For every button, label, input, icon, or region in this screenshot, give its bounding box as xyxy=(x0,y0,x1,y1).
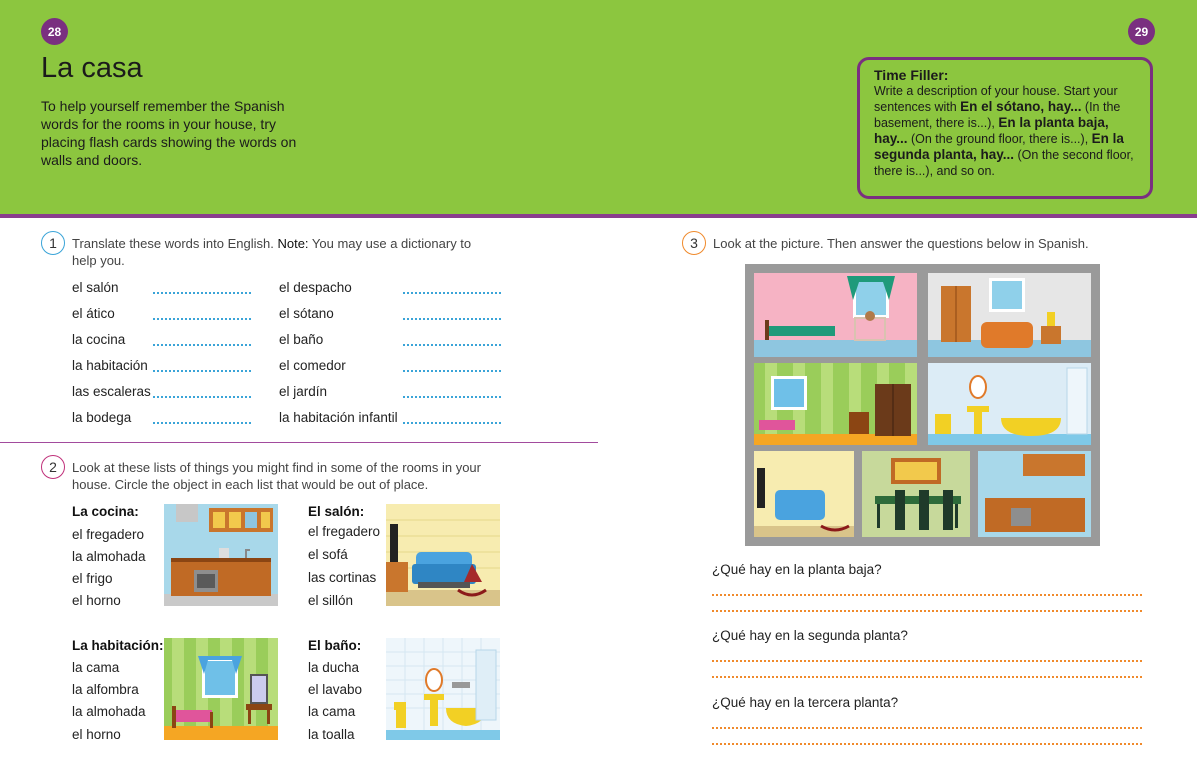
exercise-3-number: 3 xyxy=(682,231,706,255)
list-item[interactable]: el fregadero xyxy=(72,527,144,542)
answer-line[interactable] xyxy=(403,292,501,294)
vocab-word: la habitación infantil xyxy=(279,410,398,425)
vocab-word: el sótano xyxy=(279,306,334,321)
question-2: ¿Qué hay en la segunda planta? xyxy=(712,628,908,643)
list-item[interactable]: la cama xyxy=(72,660,119,675)
answer-line[interactable] xyxy=(712,743,1142,745)
vocab-word: el despacho xyxy=(279,280,352,295)
list-heading-salon: El salón: xyxy=(308,504,365,519)
bathroom-illustration xyxy=(386,638,500,740)
answer-line[interactable] xyxy=(153,292,251,294)
exercise-1-number: 1 xyxy=(41,231,65,255)
exercise-1-instructions: Translate these words into English. Note… xyxy=(72,235,472,269)
question-1: ¿Qué hay en la planta baja? xyxy=(712,562,882,577)
list-item[interactable]: la almohada xyxy=(72,549,146,564)
answer-line[interactable] xyxy=(403,396,501,398)
question-3: ¿Qué hay en la tercera planta? xyxy=(712,695,899,710)
answer-line[interactable] xyxy=(712,727,1142,729)
vocab-word: el comedor xyxy=(279,358,346,373)
living-room-illustration xyxy=(386,504,500,606)
time-filler-title: Time Filler: xyxy=(874,67,949,83)
answer-line[interactable] xyxy=(153,396,251,398)
vocab-word: la bodega xyxy=(72,410,132,425)
answer-line[interactable] xyxy=(153,344,251,346)
filler-text-3: (On the ground floor, there is...), xyxy=(907,132,1092,146)
list-item[interactable]: el frigo xyxy=(72,571,113,586)
list-item[interactable]: el sofá xyxy=(308,547,348,562)
page-title: La casa xyxy=(41,52,143,84)
answer-line[interactable] xyxy=(153,422,251,424)
page-number-right: 29 xyxy=(1128,18,1155,45)
list-item[interactable]: la toalla xyxy=(308,727,355,742)
vocab-word: las escaleras xyxy=(72,384,151,399)
answer-line[interactable] xyxy=(153,318,251,320)
answer-line[interactable] xyxy=(712,610,1142,612)
vocab-word: la cocina xyxy=(72,332,126,347)
answer-line[interactable] xyxy=(403,344,501,346)
header-rule xyxy=(0,214,1197,218)
vocab-word: el baño xyxy=(279,332,324,347)
answer-line[interactable] xyxy=(403,318,501,320)
ex1-note-label: Note: xyxy=(277,236,309,251)
list-item[interactable]: la almohada xyxy=(72,704,146,719)
exercise-2-number: 2 xyxy=(41,455,65,479)
answer-line[interactable] xyxy=(712,660,1142,662)
house-cross-section-illustration xyxy=(745,264,1100,546)
list-item[interactable]: el sillón xyxy=(308,593,353,608)
answer-line[interactable] xyxy=(153,370,251,372)
exercise-2-instructions: Look at these lists of things you might … xyxy=(72,460,481,492)
answer-line[interactable] xyxy=(712,676,1142,678)
list-item[interactable]: el horno xyxy=(72,593,121,608)
vocab-word: el salón xyxy=(72,280,119,295)
list-heading-cocina: La cocina: xyxy=(72,504,139,519)
vocab-word: el jardín xyxy=(279,384,328,399)
vocab-word: la habitación xyxy=(72,358,148,373)
time-filler-box: Time Filler: Write a description of your… xyxy=(857,57,1153,199)
list-item[interactable]: el horno xyxy=(72,727,121,742)
exercise-3-instructions: Look at the picture. Then answer the que… xyxy=(713,236,1089,251)
answer-line[interactable] xyxy=(403,370,501,372)
intro-text: To help yourself remember the Spanish wo… xyxy=(41,98,297,168)
list-heading-habitacion: La habitación: xyxy=(72,638,164,653)
list-item[interactable]: el fregadero xyxy=(308,524,380,539)
page-number-left: 28 xyxy=(41,18,68,45)
list-item[interactable]: la cama xyxy=(308,704,355,719)
list-item[interactable]: la alfombra xyxy=(72,682,139,697)
list-item[interactable]: las cortinas xyxy=(308,570,376,585)
list-item[interactable]: la ducha xyxy=(308,660,359,675)
section-divider xyxy=(0,442,598,443)
list-item[interactable]: el lavabo xyxy=(308,682,362,697)
ex1-instr-text: Translate these words into English. xyxy=(72,236,278,251)
answer-line[interactable] xyxy=(403,422,501,424)
list-heading-bano: El baño: xyxy=(308,638,362,653)
bedroom-illustration xyxy=(164,638,278,740)
answer-line[interactable] xyxy=(712,594,1142,596)
filler-bold-1: En el sótano, hay... xyxy=(960,99,1082,114)
vocab-word: el ático xyxy=(72,306,115,321)
kitchen-illustration xyxy=(164,504,278,606)
